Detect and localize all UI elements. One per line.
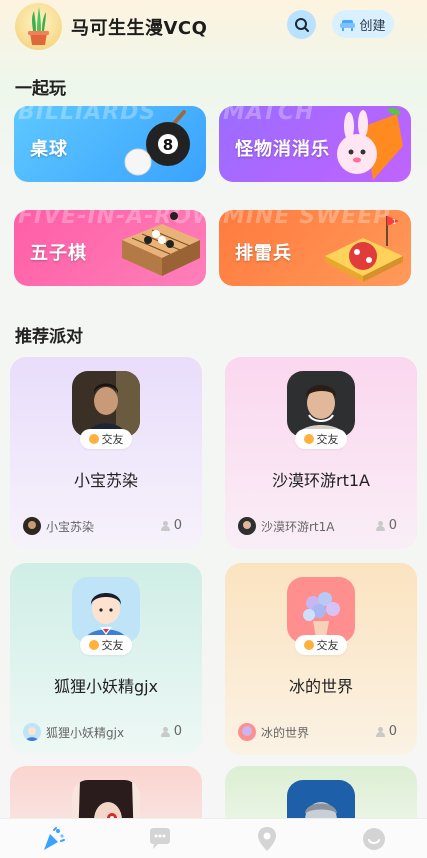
party-name: 小宝苏染	[73, 471, 138, 490]
owner-avatar	[23, 517, 41, 535]
search-icon	[294, 17, 309, 32]
member-count: 0	[375, 724, 397, 739]
party-tag-label: 交友	[316, 639, 339, 652]
party-owner: 狐狸小妖精gjx	[23, 723, 124, 741]
party-name: 冰的世界	[288, 677, 353, 696]
create-label: 创建	[359, 18, 386, 34]
person-icon	[375, 726, 385, 737]
party-tag-label: 交友	[101, 433, 124, 446]
svg-text:8: 8	[163, 136, 173, 154]
owner-name: 沙漠环游rt1A	[261, 519, 335, 534]
member-count-value: 0	[388, 724, 397, 739]
party-owner: 沙漠环游rt1A	[238, 517, 334, 535]
person-icon	[160, 520, 170, 531]
owner-name: 狐狸小妖精gjx	[46, 725, 125, 740]
party-card[interactable]: 交友 狐狸小妖精gjx 狐狸小妖精gjx 0	[10, 563, 202, 755]
chat-bubble-icon	[150, 827, 171, 849]
bunny-carrot-icon	[337, 107, 403, 180]
party-tag-label: 交友	[101, 639, 124, 652]
member-count: 0	[160, 724, 182, 739]
nav-item-messages[interactable]	[107, 819, 214, 858]
location-pin-icon	[257, 826, 276, 851]
party-tag-label: 交友	[316, 433, 339, 446]
svg-text:1: 1	[392, 218, 396, 226]
game-card-monster-match[interactable]: MATCH 怪物消消乐	[219, 106, 411, 182]
owner-avatar	[238, 517, 256, 535]
party-photo	[72, 577, 140, 643]
smile-icon	[88, 640, 99, 650]
party-photo	[287, 371, 355, 437]
game-label: 五子棋	[30, 243, 87, 264]
party-tag: 交友	[80, 429, 132, 449]
game-card-minesweeper[interactable]: MINE SWEEP 排雷兵 1	[219, 210, 411, 286]
game-card-gomoku[interactable]: FIVE-IN-A-ROW 五子棋	[14, 210, 206, 286]
party-tag: 交友	[80, 635, 132, 655]
party-card[interactable]: 交友 小宝苏染 小宝苏染 0	[10, 357, 202, 549]
username: 马可生生漫VCQ	[71, 18, 208, 39]
person-icon	[375, 520, 385, 531]
member-count-value: 0	[388, 518, 397, 533]
party-tag: 交友	[295, 635, 347, 655]
bottom-nav	[0, 818, 427, 858]
game-label: 排雷兵	[235, 243, 292, 264]
smile-icon	[303, 640, 314, 650]
smiley-icon	[362, 827, 385, 850]
game-card-billiards[interactable]: BILLIARDS 桌球 8	[14, 106, 206, 182]
party-tag: 交友	[295, 429, 347, 449]
member-count-value: 0	[173, 518, 182, 533]
section-title-play-together: 一起玩	[15, 79, 66, 99]
game-bg-text: MATCH	[223, 106, 315, 125]
party-photo	[287, 577, 355, 643]
member-count-value: 0	[173, 724, 182, 739]
go-board-icon	[122, 212, 200, 276]
create-button[interactable]: 创建	[332, 10, 394, 38]
top-header: 马可生生漫VCQ 创建	[0, 0, 427, 50]
party-card[interactable]: 交友 冰的世界 冰的世界 0	[225, 563, 417, 755]
billiard-ball-icon: 8	[124, 110, 190, 176]
party-photo	[72, 371, 140, 437]
party-name: 狐狸小妖精gjx	[53, 677, 159, 696]
party-owner: 小宝苏染	[23, 517, 94, 535]
person-icon	[160, 726, 170, 737]
sofa-icon	[340, 19, 356, 31]
search-button[interactable]	[287, 10, 316, 39]
mine-flag-icon: 1	[325, 216, 403, 282]
member-count: 0	[375, 518, 397, 533]
owner-avatar	[238, 723, 256, 741]
nav-item-party[interactable]	[0, 819, 107, 858]
owner-name: 小宝苏染	[46, 519, 95, 534]
owner-avatar	[23, 723, 41, 741]
party-name: 沙漠环游rt1A	[272, 471, 370, 490]
user-avatar[interactable]	[15, 3, 62, 50]
smile-icon	[88, 434, 99, 444]
game-label: 桌球	[30, 139, 68, 160]
party-owner: 冰的世界	[238, 723, 309, 741]
smile-icon	[303, 434, 314, 444]
party-popper-icon	[44, 826, 66, 850]
owner-name: 冰的世界	[261, 725, 310, 740]
section-title-recommended: 推荐派对	[15, 327, 83, 347]
nav-item-nearby[interactable]	[214, 819, 321, 858]
game-label: 怪物消消乐	[235, 139, 330, 160]
nav-item-profile[interactable]	[320, 819, 427, 858]
party-card[interactable]: 交友 沙漠环游rt1A 沙漠环游rt1A 0	[225, 357, 417, 549]
member-count: 0	[160, 518, 182, 533]
